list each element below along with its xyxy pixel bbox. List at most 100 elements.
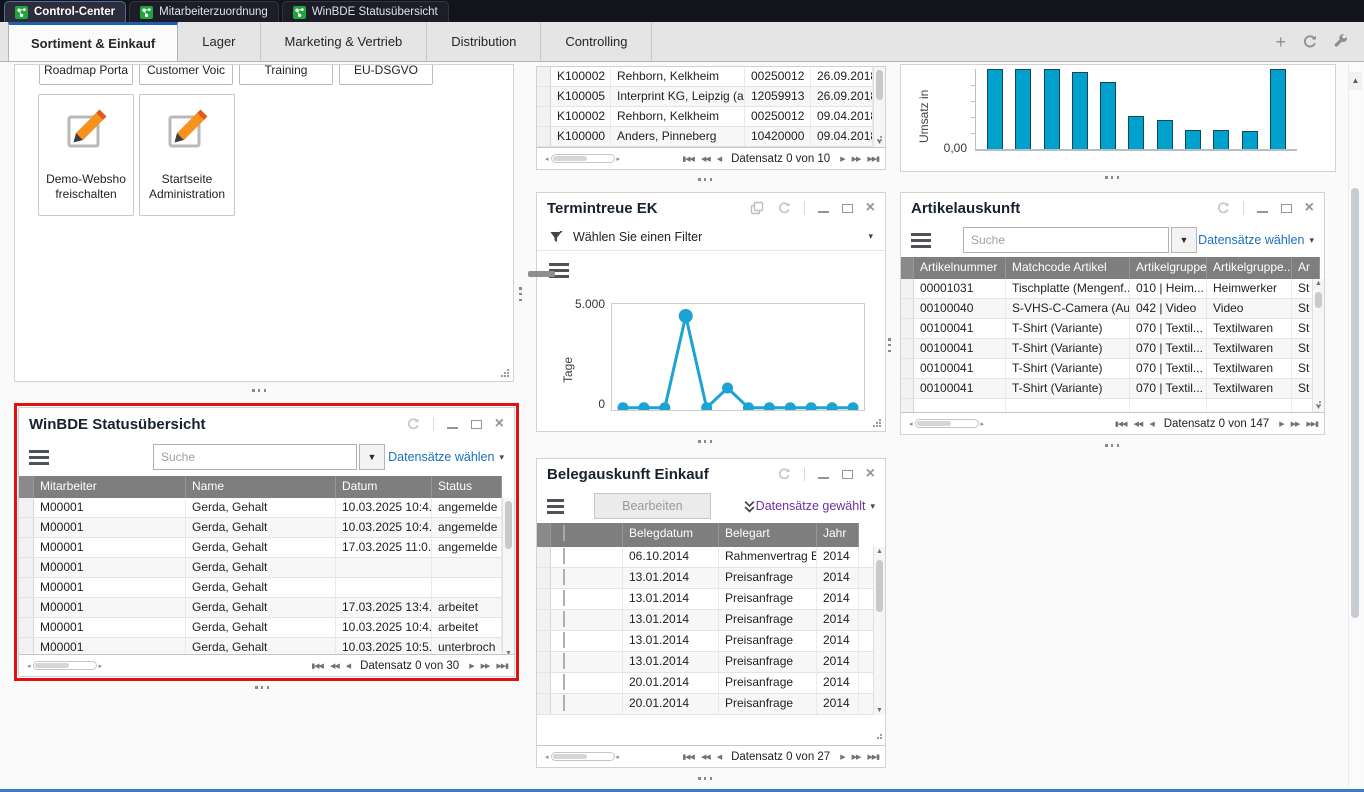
column-header[interactable]: Name xyxy=(186,476,336,498)
scrollbar-thumb[interactable] xyxy=(1351,188,1359,618)
column-header[interactable]: Ar xyxy=(1292,257,1320,279)
chevron-down-icon[interactable]: ▾ xyxy=(1309,235,1314,246)
chevron-down-icon[interactable]: ▾ xyxy=(868,231,873,242)
table-row[interactable]: M00001Gerda, Gehalt xyxy=(19,578,514,598)
row-selector[interactable] xyxy=(537,127,551,146)
row-selector[interactable] xyxy=(19,618,34,637)
chevron-down-icon[interactable]: ▾ xyxy=(870,501,875,512)
row-selector[interactable] xyxy=(901,379,914,398)
hscroll-left-icon[interactable]: ◂ xyxy=(543,753,551,761)
pager-prev-button[interactable]: ◀ xyxy=(346,662,350,670)
column-header[interactable]: Artikelgruppe xyxy=(1130,257,1207,279)
row-selector[interactable] xyxy=(19,498,34,517)
row-selector[interactable] xyxy=(537,87,551,106)
row-selector-header[interactable] xyxy=(19,476,34,498)
row-selector[interactable] xyxy=(901,279,914,298)
refresh-icon[interactable] xyxy=(777,201,791,215)
vertical-scrollbar[interactable]: ▲ ▼ xyxy=(873,547,885,715)
tab-sortiment-einkauf[interactable]: Sortiment & Einkauf xyxy=(8,22,178,61)
table-row[interactable]: K100005Interprint KG, Leipzig (a...12059… xyxy=(537,87,885,107)
row-selector-header[interactable] xyxy=(901,257,914,279)
window-tab[interactable]: WinBDE Statusübersicht xyxy=(282,1,449,22)
checkbox-cell[interactable] xyxy=(551,673,623,693)
tab-controlling[interactable]: Controlling xyxy=(541,22,652,61)
row-selector[interactable] xyxy=(901,319,914,338)
row-selector[interactable] xyxy=(537,652,551,672)
table-row[interactable]: 20.01.2014Preisanfrage2014 xyxy=(537,673,885,694)
splitter-handle[interactable] xyxy=(1105,176,1119,179)
table-row[interactable]: 00001031Tischplatte (Mengenf...010 | Hei… xyxy=(901,279,1324,299)
row-selector[interactable] xyxy=(901,399,914,412)
splitter-handle[interactable] xyxy=(698,178,712,181)
table-row[interactable]: 13.01.2014Preisanfrage2014 xyxy=(537,631,885,652)
pager-prev-button[interactable]: ◀ xyxy=(717,155,721,163)
window-tab[interactable]: Mitarbeiterzuordnung xyxy=(129,1,279,22)
hscroll-right-icon[interactable]: ▸ xyxy=(615,155,623,163)
table-row[interactable]: K100002Rehborn, Kelkheim0025001209.04.20… xyxy=(537,107,885,127)
table-row[interactable]: M00001Gerda, Gehalt10.03.2025 10:4...ang… xyxy=(19,498,514,518)
vertical-scrollbar[interactable]: ▲ ▼ xyxy=(1312,279,1324,412)
row-checkbox[interactable] xyxy=(563,548,565,564)
table-row[interactable]: M00001Gerda, Gehalt xyxy=(19,558,514,578)
select-all-header[interactable] xyxy=(551,523,623,547)
table-row[interactable]: M00001Gerda, Gehalt10.03.2025 10:4...ang… xyxy=(19,518,514,538)
table-row[interactable]: 13.01.2014Preisanfrage2014 xyxy=(537,589,885,610)
scroll-up-icon[interactable]: ▲ xyxy=(1349,72,1362,90)
splitter-handle[interactable] xyxy=(698,777,712,780)
pager-next-button[interactable]: ▶ xyxy=(840,155,844,163)
column-header[interactable]: Datum xyxy=(336,476,432,498)
row-selector[interactable] xyxy=(537,568,551,588)
edit-button[interactable]: Bearbeiten xyxy=(594,493,711,519)
resize-grip[interactable] xyxy=(874,136,883,145)
minimize-icon[interactable] xyxy=(447,420,458,429)
launcher-tile[interactable]: Demo-Webshofreischalten xyxy=(38,94,134,216)
pager-next-button[interactable]: ▶ xyxy=(1279,420,1283,428)
pager-forward-button[interactable]: ▶▶ xyxy=(852,155,861,163)
checkbox-cell[interactable] xyxy=(551,568,623,588)
table-row[interactable]: M00001Gerda, Gehalt17.03.2025 13:4...arb… xyxy=(19,598,514,618)
splitter-handle[interactable] xyxy=(255,686,269,689)
row-selector[interactable] xyxy=(901,359,914,378)
row-selector-header[interactable] xyxy=(537,523,551,547)
row-selector[interactable] xyxy=(537,589,551,609)
refresh-icon[interactable] xyxy=(1302,34,1317,49)
table-row[interactable]: 00100041T-Shirt (Variante)070 | Textil..… xyxy=(901,359,1324,379)
row-selector[interactable] xyxy=(901,299,914,318)
pager-first-button[interactable]: ▮◀◀ xyxy=(682,155,694,163)
select-records-link[interactable]: Datensätze wählen xyxy=(388,450,494,464)
checkbox-cell[interactable] xyxy=(551,589,623,609)
splitter-handle[interactable] xyxy=(519,287,522,301)
pager-forward-button[interactable]: ▶▶ xyxy=(481,662,490,670)
pager-first-button[interactable]: ▮◀◀ xyxy=(311,662,323,670)
resize-grip[interactable] xyxy=(874,734,883,743)
close-icon[interactable]: × xyxy=(495,419,504,429)
row-selector[interactable] xyxy=(537,673,551,693)
minimize-icon[interactable] xyxy=(1257,204,1268,213)
maximize-icon[interactable] xyxy=(842,470,853,479)
panel-menu-icon[interactable] xyxy=(29,450,49,465)
splitter-handle[interactable] xyxy=(888,338,891,352)
pager-rewind-button[interactable]: ◀◀ xyxy=(701,155,710,163)
table-row[interactable]: 20.01.2014Preisanfrage2014 xyxy=(537,694,885,715)
table-row[interactable]: 06.10.2014Rahmenvertrag EK2014 xyxy=(537,547,885,568)
row-checkbox[interactable] xyxy=(563,590,565,606)
splitter-handle[interactable] xyxy=(252,389,266,392)
launcher-button[interactable]: Training xyxy=(239,64,333,85)
row-selector[interactable] xyxy=(19,518,34,537)
row-checkbox[interactable] xyxy=(563,653,565,669)
checkbox-cell[interactable] xyxy=(551,631,623,651)
row-selector[interactable] xyxy=(19,578,34,597)
close-icon[interactable]: × xyxy=(866,469,875,479)
row-checkbox[interactable] xyxy=(563,695,565,711)
maximize-icon[interactable] xyxy=(842,204,853,213)
pager-last-button[interactable]: ▶▶▮ xyxy=(867,155,879,163)
row-checkbox[interactable] xyxy=(563,674,565,690)
row-selector[interactable] xyxy=(537,631,551,651)
close-icon[interactable]: × xyxy=(866,203,875,213)
table-row[interactable]: M00001Gerda, Gehalt10.03.2025 10:4...arb… xyxy=(19,618,514,638)
horizontal-scrollbar[interactable] xyxy=(915,419,979,428)
row-selector[interactable] xyxy=(901,339,914,358)
select-all-checkbox[interactable] xyxy=(563,525,565,541)
hscroll-left-icon[interactable]: ◂ xyxy=(543,155,551,163)
table-row[interactable]: 13.01.2014Preisanfrage2014 xyxy=(537,568,885,589)
